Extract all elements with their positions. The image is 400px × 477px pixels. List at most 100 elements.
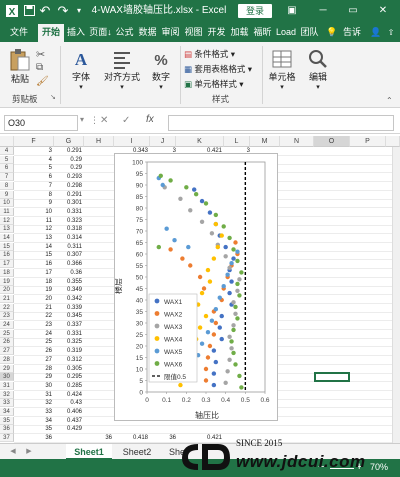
- cell-value[interactable]: 16: [14, 260, 52, 268]
- conditional-format-button[interactable]: ▤ 条件格式 ▾: [184, 48, 235, 60]
- cell-value[interactable]: 0.318: [54, 225, 82, 233]
- cell-value[interactable]: 0.331: [54, 208, 82, 216]
- cell-value[interactable]: 31: [14, 391, 52, 399]
- active-cell-O30[interactable]: [314, 372, 350, 382]
- prev-sheet-icon[interactable]: ◀: [6, 444, 20, 460]
- tab-insert[interactable]: 插入: [64, 24, 88, 42]
- cell-value[interactable]: 14: [14, 243, 52, 251]
- cell-value[interactable]: 35: [14, 425, 52, 433]
- cell-value[interactable]: 26: [14, 347, 52, 355]
- sheet-tab-active[interactable]: Sheet1: [66, 444, 112, 460]
- cancel-icon[interactable]: ✕: [100, 115, 108, 126]
- cell-value[interactable]: 0.418: [114, 434, 148, 442]
- cell-value[interactable]: 15: [14, 251, 52, 259]
- redo-icon[interactable]: ↷: [56, 0, 70, 22]
- row-header[interactable]: 21: [0, 294, 14, 304]
- select-all-corner[interactable]: [0, 136, 14, 147]
- customize-toolbar-icon[interactable]: ▾: [74, 0, 84, 22]
- cell-value[interactable]: 29: [14, 373, 52, 381]
- column-header[interactable]: F: [14, 136, 54, 147]
- sheet-tab[interactable]: Sheet2: [116, 444, 158, 460]
- tab-team[interactable]: 团队: [298, 24, 321, 42]
- cell-styles-button[interactable]: ▣ 单元格样式 ▾: [184, 78, 244, 90]
- cell-value[interactable]: 11: [14, 217, 52, 225]
- row-header[interactable]: 4: [0, 147, 14, 156]
- row-header[interactable]: 34: [0, 408, 14, 417]
- restore-button[interactable]: ▭: [340, 0, 366, 22]
- cell-value[interactable]: 6: [14, 173, 52, 181]
- cell-value[interactable]: 19: [14, 286, 52, 294]
- scatter-chart[interactable]: 0 5 10 15 20 25 30 35 40 45 50 55 60 65 70 75 80 85 90 95 10…: [113, 153, 278, 421]
- cell-value[interactable]: 0.311: [54, 243, 82, 251]
- cell-value[interactable]: 0.366: [54, 260, 82, 268]
- insert-function-icon[interactable]: fx: [146, 114, 154, 125]
- row-header[interactable]: 15: [0, 242, 14, 251]
- paste-button[interactable]: 粘贴: [6, 48, 34, 85]
- cells-button[interactable]: 单元格 ▾: [266, 48, 298, 91]
- row-header[interactable]: 28: [0, 355, 14, 364]
- cell-value[interactable]: 0.406: [54, 408, 82, 416]
- collapse-ribbon-icon[interactable]: ⌃: [386, 96, 393, 105]
- row-header[interactable]: 32: [0, 390, 14, 399]
- cell-value[interactable]: 0.293: [54, 173, 82, 181]
- save-icon[interactable]: [22, 0, 36, 22]
- row-header[interactable]: 19: [0, 277, 14, 286]
- number-button[interactable]: % 数字 ▾: [146, 48, 176, 91]
- column-header[interactable]: K: [176, 136, 224, 147]
- cell-value[interactable]: 36: [150, 434, 176, 442]
- cell-value[interactable]: 25: [14, 338, 52, 346]
- column-header[interactable]: P: [350, 136, 386, 147]
- row-header[interactable]: 25: [0, 329, 14, 338]
- column-header[interactable]: J: [150, 136, 176, 147]
- cell-value[interactable]: 0.345: [54, 312, 82, 320]
- tab-file[interactable]: 文件: [6, 24, 32, 42]
- undo-icon[interactable]: ↶: [38, 0, 52, 22]
- row-header[interactable]: 16: [0, 251, 14, 260]
- row-header[interactable]: 33: [0, 399, 14, 408]
- cell-value[interactable]: 5: [14, 164, 52, 172]
- editing-button[interactable]: 编辑 ▾: [304, 48, 332, 91]
- column-header[interactable]: H: [84, 136, 114, 147]
- cell-value[interactable]: 17: [14, 269, 52, 277]
- copy-icon[interactable]: ⧉: [36, 62, 43, 73]
- font-button[interactable]: A 字体 ▾: [66, 48, 96, 91]
- chevron-down-icon[interactable]: ▾: [80, 115, 88, 124]
- tab-home[interactable]: 开始: [38, 24, 64, 42]
- cell-value[interactable]: 0.355: [54, 278, 82, 286]
- cell-value[interactable]: 0.43: [54, 399, 82, 407]
- row-header[interactable]: 22: [0, 303, 14, 312]
- cell-value[interactable]: 23: [14, 321, 52, 329]
- row-header[interactable]: 27: [0, 347, 14, 356]
- format-painter-icon[interactable]: 🖌: [36, 76, 49, 87]
- column-header[interactable]: N: [280, 136, 314, 147]
- cell-value[interactable]: 0.314: [54, 234, 82, 242]
- tab-developer[interactable]: 开发: [205, 24, 228, 42]
- cell-value[interactable]: 4: [14, 156, 52, 164]
- cell-value[interactable]: 0.291: [54, 147, 82, 155]
- next-sheet-icon[interactable]: ▶: [22, 444, 36, 460]
- cell-value[interactable]: 22: [14, 312, 52, 320]
- cell-value[interactable]: 0.301: [54, 199, 82, 207]
- cell-value[interactable]: 0.319: [54, 347, 82, 355]
- dialog-launcher-icon[interactable]: ↘: [50, 93, 56, 101]
- row-header[interactable]: 6: [0, 164, 14, 173]
- cell-value[interactable]: 28: [14, 365, 52, 373]
- cell-value[interactable]: 27: [14, 356, 52, 364]
- cell-value[interactable]: 0.29: [54, 164, 82, 172]
- row-header[interactable]: 31: [0, 381, 14, 391]
- column-header[interactable]: G: [54, 136, 84, 147]
- cell-value[interactable]: 0.342: [54, 295, 82, 303]
- cell-value[interactable]: 34: [14, 417, 52, 425]
- cell-value[interactable]: 10: [14, 208, 52, 216]
- cell-value[interactable]: 0.429: [54, 425, 82, 433]
- cell-value[interactable]: 7: [14, 182, 52, 190]
- lightbulb-icon[interactable]: 💡: [325, 24, 339, 42]
- cell-value[interactable]: 0.285: [54, 382, 82, 390]
- row-header[interactable]: 8: [0, 181, 14, 190]
- cell-value[interactable]: 0.331: [54, 330, 82, 338]
- row-header[interactable]: 11: [0, 207, 14, 217]
- column-header[interactable]: L: [224, 136, 250, 147]
- column-header[interactable]: M: [250, 136, 280, 147]
- cell-value[interactable]: 0.298: [54, 182, 82, 190]
- minimize-button[interactable]: ─: [310, 0, 336, 22]
